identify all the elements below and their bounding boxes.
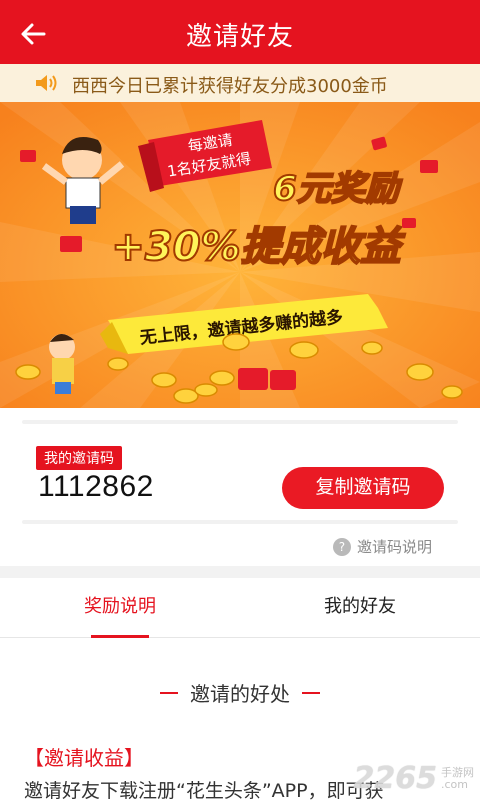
headline-reward: 6元奖励 [273,169,403,209]
invite-code-help-label: 邀请码说明 [356,538,432,556]
notice-bar: 西西今日已累计获得好友分成3000金币 [0,64,480,102]
app-header: 邀请好友 [0,0,480,64]
invite-code-value: 1112862 [38,470,154,503]
title-dash-right [302,691,320,694]
copy-invite-code-button[interactable]: 复制邀请码 [282,467,444,509]
banner-graphic: 每邀请 1名好友就得 6元奖励 +30%提成收益 无上限，邀请越多赚的越多 [0,102,480,408]
card-bottom-divider [22,520,458,524]
tab-my-friends-label: 我的好友 [324,596,396,617]
site-watermark: 2265 手游网 .com [354,761,475,796]
question-icon: ? [332,537,351,556]
page-title: 邀请好友 [185,22,294,52]
tab-my-friends[interactable]: 我的好友 [240,578,480,637]
invite-code-tag: 我的邀请码 [36,446,122,470]
watermark-number: 2265 [353,761,438,796]
active-tab-indicator [91,635,149,638]
promo-banner[interactable]: 每邀请 1名好友就得 6元奖励 +30%提成收益 无上限，邀请越多赚的越多 [0,102,480,408]
invite-earnings-heading: 【邀请收益】 [24,746,144,770]
watermark-side: 手游网 .com [441,765,474,791]
benefits-section-header: 邀请的好处 [0,678,480,707]
tab-reward-info-label: 奖励说明 [84,596,156,617]
benefits-title: 邀请的好处 [190,682,290,706]
speaker-icon [36,75,57,91]
title-dash-left [160,691,178,694]
notice-text: 西西今日已累计获得好友分成3000金币 [72,76,388,97]
watermark-side-top: 手游网 [441,765,474,779]
headline-commission: +30%提成收益 [111,224,405,270]
section-gap [0,566,480,578]
watermark-side-bottom: .com [441,777,468,791]
tab-bar: 奖励说明 我的好友 [0,578,480,638]
invite-code-help-link[interactable]: ? 邀请码说明 [332,536,432,557]
card-top-divider [22,420,458,424]
tab-reward-info[interactable]: 奖励说明 [0,578,240,638]
